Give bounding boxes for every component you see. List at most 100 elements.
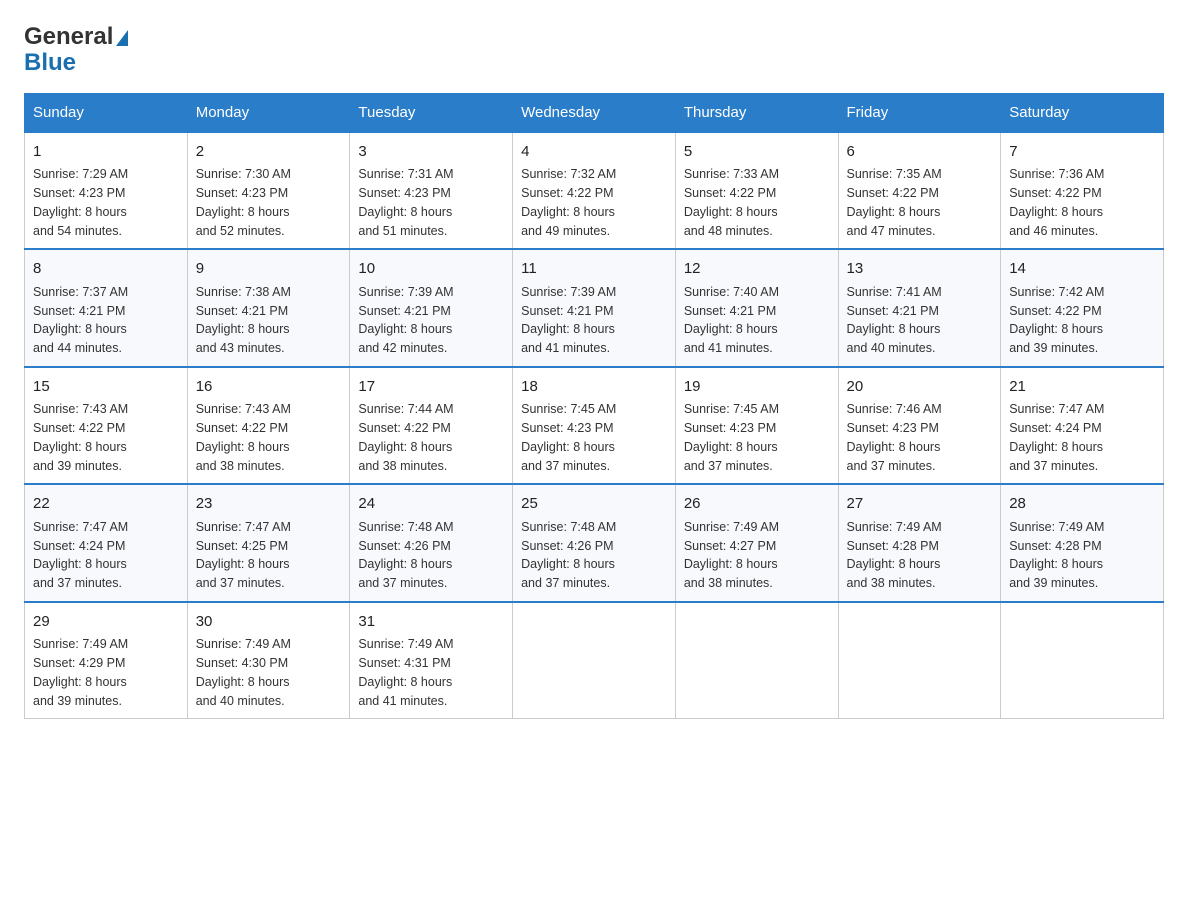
logo-blue: Blue — [24, 50, 76, 76]
calendar-cell: 24Sunrise: 7:48 AMSunset: 4:26 PMDayligh… — [350, 484, 513, 602]
day-info: Sunrise: 7:39 AMSunset: 4:21 PMDaylight:… — [521, 283, 667, 358]
header: General Blue — [24, 24, 1164, 77]
calendar-cell — [1001, 602, 1164, 719]
weekday-header-sunday: Sunday — [25, 93, 188, 132]
day-info: Sunrise: 7:49 AMSunset: 4:28 PMDaylight:… — [1009, 518, 1155, 593]
day-number: 26 — [684, 493, 830, 516]
day-info: Sunrise: 7:47 AMSunset: 4:24 PMDaylight:… — [1009, 400, 1155, 475]
day-number: 21 — [1009, 376, 1155, 399]
day-number: 1 — [33, 141, 179, 164]
day-number: 5 — [684, 141, 830, 164]
day-number: 24 — [358, 493, 504, 516]
calendar-cell: 5Sunrise: 7:33 AMSunset: 4:22 PMDaylight… — [675, 132, 838, 250]
day-number: 6 — [847, 141, 993, 164]
day-info: Sunrise: 7:40 AMSunset: 4:21 PMDaylight:… — [684, 283, 830, 358]
week-row-2: 8Sunrise: 7:37 AMSunset: 4:21 PMDaylight… — [25, 249, 1164, 367]
weekday-header-friday: Friday — [838, 93, 1001, 132]
day-info: Sunrise: 7:49 AMSunset: 4:29 PMDaylight:… — [33, 635, 179, 710]
day-number: 4 — [521, 141, 667, 164]
day-info: Sunrise: 7:36 AMSunset: 4:22 PMDaylight:… — [1009, 165, 1155, 240]
calendar-cell: 14Sunrise: 7:42 AMSunset: 4:22 PMDayligh… — [1001, 249, 1164, 367]
calendar-header: SundayMondayTuesdayWednesdayThursdayFrid… — [25, 93, 1164, 132]
weekday-header-row: SundayMondayTuesdayWednesdayThursdayFrid… — [25, 93, 1164, 132]
calendar-cell — [838, 602, 1001, 719]
calendar-cell: 3Sunrise: 7:31 AMSunset: 4:23 PMDaylight… — [350, 132, 513, 250]
day-info: Sunrise: 7:49 AMSunset: 4:27 PMDaylight:… — [684, 518, 830, 593]
calendar-cell: 2Sunrise: 7:30 AMSunset: 4:23 PMDaylight… — [187, 132, 350, 250]
day-number: 25 — [521, 493, 667, 516]
day-number: 18 — [521, 376, 667, 399]
day-number: 20 — [847, 376, 993, 399]
day-info: Sunrise: 7:30 AMSunset: 4:23 PMDaylight:… — [196, 165, 342, 240]
day-info: Sunrise: 7:29 AMSunset: 4:23 PMDaylight:… — [33, 165, 179, 240]
day-number: 30 — [196, 611, 342, 634]
day-info: Sunrise: 7:48 AMSunset: 4:26 PMDaylight:… — [521, 518, 667, 593]
day-number: 22 — [33, 493, 179, 516]
calendar-cell: 4Sunrise: 7:32 AMSunset: 4:22 PMDaylight… — [513, 132, 676, 250]
day-info: Sunrise: 7:46 AMSunset: 4:23 PMDaylight:… — [847, 400, 993, 475]
day-number: 12 — [684, 258, 830, 281]
day-number: 14 — [1009, 258, 1155, 281]
weekday-header-saturday: Saturday — [1001, 93, 1164, 132]
week-row-5: 29Sunrise: 7:49 AMSunset: 4:29 PMDayligh… — [25, 602, 1164, 719]
week-row-3: 15 Sunrise: 7:43 AMSunset: 4:22 PMDayligh… — [25, 367, 1164, 485]
day-info: Sunrise: 7:31 AMSunset: 4:23 PMDaylight:… — [358, 165, 504, 240]
calendar-cell: 13Sunrise: 7:41 AMSunset: 4:21 PMDayligh… — [838, 249, 1001, 367]
day-number: 23 — [196, 493, 342, 516]
day-number: 15 — [33, 376, 179, 399]
day-info: Sunrise: 7:49 AMSunset: 4:28 PMDaylight:… — [847, 518, 993, 593]
week-row-4: 22Sunrise: 7:47 AMSunset: 4:24 PMDayligh… — [25, 484, 1164, 602]
calendar-cell: 15Sunrise: 7:43 AMSunset: 4:22 PMDayligh… — [25, 367, 188, 485]
day-number: 10 — [358, 258, 504, 281]
calendar-cell: 18Sunrise: 7:45 AMSunset: 4:23 PMDayligh… — [513, 367, 676, 485]
calendar-cell: 1Sunrise: 7:29 AMSunset: 4:23 PMDaylight… — [25, 132, 188, 250]
weekday-header-wednesday: Wednesday — [513, 93, 676, 132]
logo-general: General — [24, 24, 113, 50]
day-info: Sunrise: 7:33 AMSunset: 4:22 PMDaylight:… — [684, 165, 830, 240]
calendar-cell: 7Sunrise: 7:36 AMSunset: 4:22 PMDaylight… — [1001, 132, 1164, 250]
day-info: Sunrise: 7:48 AMSunset: 4:26 PMDaylight:… — [358, 518, 504, 593]
day-info: Sunrise: 7:45 AMSunset: 4:23 PMDaylight:… — [684, 400, 830, 475]
week-row-1: 1Sunrise: 7:29 AMSunset: 4:23 PMDaylight… — [25, 132, 1164, 250]
calendar-cell: 25Sunrise: 7:48 AMSunset: 4:26 PMDayligh… — [513, 484, 676, 602]
day-number: 31 — [358, 611, 504, 634]
day-info: Sunrise: 7:37 AMSunset: 4:21 PMDaylight:… — [33, 283, 179, 358]
weekday-header-tuesday: Tuesday — [350, 93, 513, 132]
day-info: Sunrise: 7:43 AMSunset: 4:22 PMDaylight:… — [196, 400, 342, 475]
day-number: 9 — [196, 258, 342, 281]
day-info: Sunrise: 7:35 AMSunset: 4:22 PMDaylight:… — [847, 165, 993, 240]
calendar-cell: 16Sunrise: 7:43 AMSunset: 4:22 PMDayligh… — [187, 367, 350, 485]
day-info: Sunrise: 7:49 AMSunset: 4:31 PMDaylight:… — [358, 635, 504, 710]
calendar-cell: 28Sunrise: 7:49 AMSunset: 4:28 PMDayligh… — [1001, 484, 1164, 602]
day-number: 28 — [1009, 493, 1155, 516]
day-info: Sunrise: 7:38 AMSunset: 4:21 PMDaylight:… — [196, 283, 342, 358]
calendar-cell: 21Sunrise: 7:47 AMSunset: 4:24 PMDayligh… — [1001, 367, 1164, 485]
day-info: Sunrise: 7:41 AMSunset: 4:21 PMDaylight:… — [847, 283, 993, 358]
day-number: 3 — [358, 141, 504, 164]
day-info: Sunrise: 7:47 AMSunset: 4:24 PMDaylight:… — [33, 518, 179, 593]
day-number: 13 — [847, 258, 993, 281]
calendar-cell: 12Sunrise: 7:40 AMSunset: 4:21 PMDayligh… — [675, 249, 838, 367]
day-number: 27 — [847, 493, 993, 516]
calendar-cell: 11Sunrise: 7:39 AMSunset: 4:21 PMDayligh… — [513, 249, 676, 367]
calendar-cell: 29Sunrise: 7:49 AMSunset: 4:29 PMDayligh… — [25, 602, 188, 719]
day-info: Sunrise: 7:44 AMSunset: 4:22 PMDaylight:… — [358, 400, 504, 475]
calendar-cell: 23Sunrise: 7:47 AMSunset: 4:25 PMDayligh… — [187, 484, 350, 602]
calendar-cell: 10Sunrise: 7:39 AMSunset: 4:21 PMDayligh… — [350, 249, 513, 367]
weekday-header-monday: Monday — [187, 93, 350, 132]
calendar-cell: 26Sunrise: 7:49 AMSunset: 4:27 PMDayligh… — [675, 484, 838, 602]
day-info: Sunrise: 7:39 AMSunset: 4:21 PMDaylight:… — [358, 283, 504, 358]
day-number: 29 — [33, 611, 179, 634]
calendar-body: 1Sunrise: 7:29 AMSunset: 4:23 PMDaylight… — [25, 132, 1164, 719]
day-number: 8 — [33, 258, 179, 281]
calendar-cell: 6Sunrise: 7:35 AMSunset: 4:22 PMDaylight… — [838, 132, 1001, 250]
day-number: 11 — [521, 258, 667, 281]
calendar-cell: 20Sunrise: 7:46 AMSunset: 4:23 PMDayligh… — [838, 367, 1001, 485]
day-info: Sunrise: 7:45 AMSunset: 4:23 PMDaylight:… — [521, 400, 667, 475]
calendar-cell: 22Sunrise: 7:47 AMSunset: 4:24 PMDayligh… — [25, 484, 188, 602]
calendar-cell: 17Sunrise: 7:44 AMSunset: 4:22 PMDayligh… — [350, 367, 513, 485]
calendar-cell: 8Sunrise: 7:37 AMSunset: 4:21 PMDaylight… — [25, 249, 188, 367]
logo: General Blue — [24, 24, 128, 77]
calendar-cell: 19Sunrise: 7:45 AMSunset: 4:23 PMDayligh… — [675, 367, 838, 485]
day-number: 7 — [1009, 141, 1155, 164]
